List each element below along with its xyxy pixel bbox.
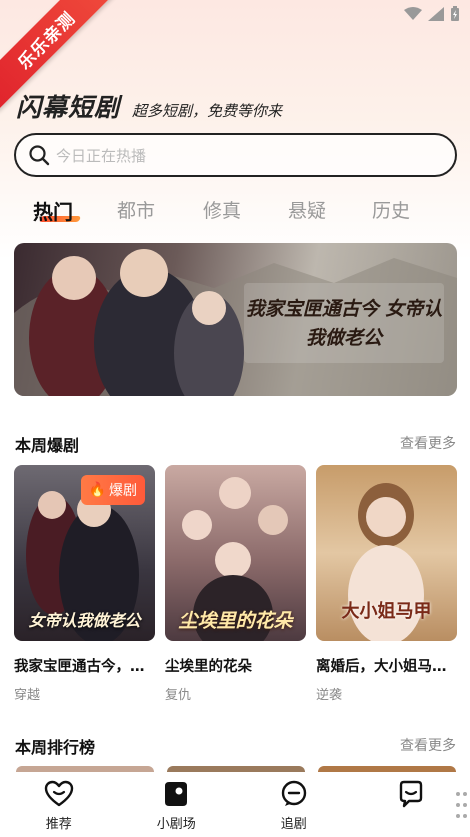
tab-city[interactable]: 都市 [117,196,155,223]
tab-hot[interactable]: 热门 [33,196,73,225]
follow-drama-icon [281,780,306,806]
wifi-icon [404,7,422,20]
drama-title: 我家宝匣通古今，女帝认我做老公 [14,659,155,675]
fire-icon: 🔥 [88,482,106,498]
heart-icon [44,780,73,807]
nav-recommend[interactable]: 推荐 [0,772,118,837]
theater-icon [165,782,188,806]
tab-history[interactable]: 历史 [372,196,410,223]
drama-tag: 穿越 [14,688,41,703]
hot-badge: 🔥 爆剧 [80,475,145,505]
weekly-hot-title: 本周爆剧 [15,436,80,455]
drama-tag: 复仇 [165,688,192,703]
drama-card[interactable]: 大小姐马甲 离婚后，大小姐马甲飒爆全球 逆袭 [316,465,457,703]
featured-banner[interactable]: 我家宝匣通古今 女帝认我做老公 [14,243,457,396]
weekly-hot-see-more[interactable]: 查看更多 [400,433,456,453]
category-tabs: 热门 都市 修真 悬疑 历史 [0,194,470,230]
search-placeholder: 今日正在热播 [56,146,147,165]
message-icon [400,780,423,808]
nav-follow-label: 追剧 [280,817,307,832]
nav-recommend-label: 推荐 [45,817,72,832]
poster-title-art: 女帝认我做老公 [28,611,141,630]
poster-title-art: 尘埃里的花朵 [178,610,293,632]
weekly-rank-title: 本周排行榜 [15,738,96,757]
weekly-rank-see-more[interactable]: 查看更多 [400,735,456,755]
battery-icon [451,6,459,21]
drama-tag: 逆袭 [316,688,343,703]
search-input[interactable]: 今日正在热播 [14,133,457,177]
nav-follow[interactable]: 追剧 [235,772,353,837]
drama-card[interactable]: 尘埃里的花朵 尘埃里的花朵 复仇 [165,465,306,703]
signal-icon [428,7,444,21]
app-slogan: 超多短剧，免费等你来 [132,102,283,120]
drama-poster: 🔥 爆剧 女帝认我做老公 [14,465,155,641]
nav-theater[interactable]: 小剧场 [118,772,236,837]
nav-theater-label: 小剧场 [156,817,196,832]
drama-card[interactable]: 🔥 爆剧 女帝认我做老公 我家宝匣通古今，女帝认我做老公 穿越 [14,465,155,703]
more-dots-icon[interactable] [456,792,467,822]
drama-poster: 大小姐马甲 [316,465,457,641]
drama-title: 离婚后，大小姐马甲飒爆全球 [316,659,457,675]
poster-title-art: 大小姐马甲 [341,601,432,622]
tab-mystery[interactable]: 悬疑 [288,196,326,223]
app-header: 闪幕短剧 超多短剧，免费等你来 [16,88,282,124]
search-icon [29,145,50,166]
bottom-navigation: 推荐 小剧场 追剧 [0,772,470,837]
hot-badge-label: 爆剧 [109,483,137,499]
status-bar [404,6,460,22]
banner-title-art: 我家宝匣通古今 女帝认我做老公 [245,298,443,349]
drama-title: 尘埃里的花朵 [165,659,252,675]
tab-cultivation[interactable]: 修真 [203,196,241,223]
drama-poster: 尘埃里的花朵 [165,465,306,641]
nav-profile[interactable] [353,772,470,837]
app-title: 闪幕短剧 [16,93,121,122]
